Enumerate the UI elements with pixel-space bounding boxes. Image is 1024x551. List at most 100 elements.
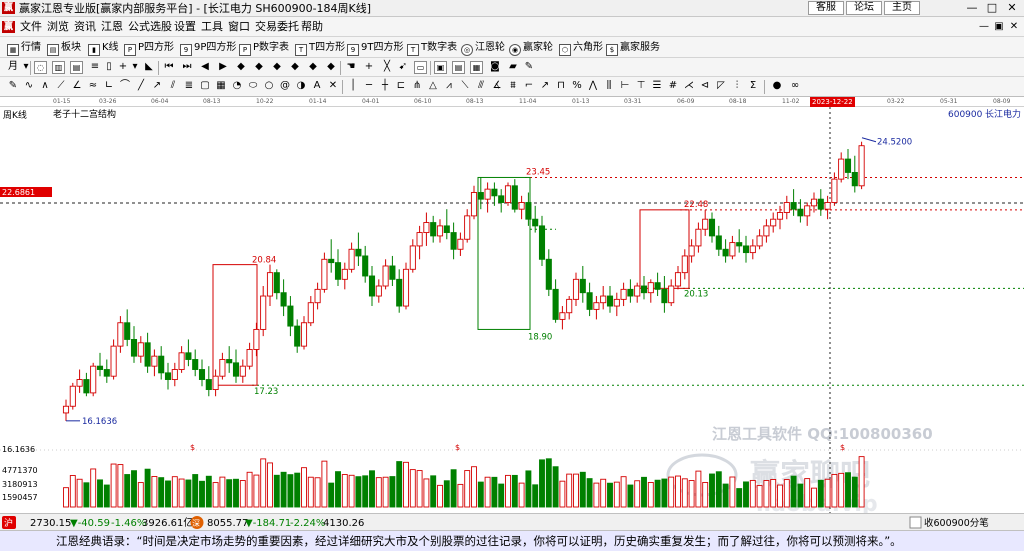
hline-icon[interactable]: ─ bbox=[362, 79, 376, 93]
grid2-icon[interactable]: ▦ bbox=[214, 79, 228, 93]
candle-icon[interactable]: ▯ bbox=[102, 60, 116, 74]
diamond-4-icon[interactable]: ◆ bbox=[288, 60, 302, 74]
lines-icon[interactable]: ⩩ bbox=[506, 79, 520, 93]
cone-icon[interactable]: ◸ bbox=[714, 79, 728, 93]
camera-icon[interactable]: ◙ bbox=[488, 60, 502, 74]
p-square-button[interactable]: P P四方形 bbox=[124, 40, 174, 56]
arrow-icon[interactable]: ↗ bbox=[538, 79, 552, 93]
ray-icon[interactable]: ↗ bbox=[150, 79, 164, 93]
menu-settings[interactable]: 设置 bbox=[174, 19, 196, 35]
percent-icon[interactable]: % bbox=[570, 79, 584, 93]
forum-link[interactable]: 论坛 bbox=[846, 1, 882, 15]
customer-service-link[interactable]: 客服 bbox=[808, 1, 844, 15]
hash-icon[interactable]: # bbox=[666, 79, 680, 93]
peak-icon[interactable]: ∧ bbox=[38, 79, 52, 93]
diamond-3-icon[interactable]: ◆ bbox=[270, 60, 284, 74]
winner-wheel-button[interactable]: ◉ 赢家轮 bbox=[509, 40, 553, 56]
pen-icon[interactable]: ✎ bbox=[522, 60, 536, 74]
steps-icon[interactable]: ⊓ bbox=[554, 79, 568, 93]
angle2-icon[interactable]: ∡ bbox=[490, 79, 504, 93]
hexagon-button[interactable]: ⬡ 六角形 bbox=[559, 40, 603, 56]
diamond-5-icon[interactable]: ◆ bbox=[306, 60, 320, 74]
double-line-icon[interactable]: ⫻ bbox=[474, 79, 488, 93]
line2-icon[interactable]: ╱ bbox=[134, 79, 148, 93]
box-icon[interactable]: ▢ bbox=[198, 79, 212, 93]
menu-trade[interactable]: 交易委托 bbox=[255, 19, 299, 35]
tool-a-icon[interactable]: ▣ bbox=[434, 61, 447, 74]
ruler-icon[interactable]: ▭ bbox=[414, 61, 427, 74]
flag-icon[interactable]: ◣ bbox=[142, 60, 156, 74]
tee-icon[interactable]: ⊤ bbox=[634, 79, 648, 93]
spiral-icon[interactable]: @ bbox=[278, 79, 292, 93]
ladder-icon[interactable]: ☰ bbox=[650, 79, 664, 93]
diamond-6-icon[interactable]: ◆ bbox=[324, 60, 338, 74]
fib-icon[interactable]: ≣ bbox=[182, 79, 196, 93]
sigma-icon[interactable]: Σ bbox=[746, 79, 760, 93]
diamond-2-icon[interactable]: ◆ bbox=[252, 60, 266, 74]
circle-icon[interactable]: ○ bbox=[262, 79, 276, 93]
infinity-icon[interactable]: ∞ bbox=[788, 79, 802, 93]
9p-square-button[interactable]: 9 9P四方形 bbox=[180, 40, 236, 56]
period-month-icon[interactable]: 月 bbox=[6, 60, 20, 74]
cross2-icon[interactable]: ┼ bbox=[378, 79, 392, 93]
stack-icon[interactable]: ≡ bbox=[88, 60, 102, 74]
step-left-icon[interactable]: ◀ bbox=[198, 60, 212, 74]
fan-icon[interactable]: ∠ bbox=[70, 79, 84, 93]
winner-service-button[interactable]: $ 赢家服务 bbox=[606, 40, 660, 56]
tri-icon[interactable]: △ bbox=[426, 79, 440, 93]
triple-icon[interactable]: ⫶ bbox=[730, 79, 744, 93]
kline-button[interactable]: ▮ K线 bbox=[88, 40, 119, 56]
ellipse-icon[interactable]: ⬭ bbox=[246, 79, 260, 93]
angle-icon[interactable]: ∟ bbox=[102, 79, 116, 93]
menu-help[interactable]: 帮助 bbox=[301, 19, 323, 35]
kline-chart-panel[interactable]: 江恩工具软件 QQ:100800360 赢家聊吧 iiaoba.vip 23.4… bbox=[0, 107, 1024, 513]
menu-browse[interactable]: 浏览 bbox=[47, 19, 69, 35]
step-right-icon[interactable]: ▶ bbox=[216, 60, 230, 74]
pencil-icon[interactable]: ✎ bbox=[6, 79, 20, 93]
menu-window[interactable]: 窗口 bbox=[228, 19, 250, 35]
bars2-icon[interactable]: ⫼ bbox=[602, 79, 616, 93]
kline-chart-svg[interactable]: 江恩工具软件 QQ:100800360 赢家聊吧 iiaoba.vip 23.4… bbox=[0, 107, 1024, 513]
menu-file[interactable]: 文件 bbox=[20, 19, 42, 35]
text-tool-icon[interactable]: A bbox=[310, 79, 324, 93]
diag-icon[interactable]: ⟍ bbox=[458, 79, 472, 93]
bracket-icon[interactable]: ⊏ bbox=[394, 79, 408, 93]
menu-gann[interactable]: 江恩 bbox=[101, 19, 123, 35]
wedge-icon[interactable]: ⊲ bbox=[698, 79, 712, 93]
p-table-button[interactable]: P P数字表 bbox=[239, 40, 289, 56]
mdi-restore-icon[interactable]: ▣ bbox=[992, 20, 1006, 34]
split-icon[interactable]: ⊢ bbox=[618, 79, 632, 93]
mountain-icon[interactable]: ⋀ bbox=[586, 79, 600, 93]
chart-icon[interactable]: ▥ bbox=[52, 61, 65, 74]
tool-b-icon[interactable]: ▤ bbox=[452, 61, 465, 74]
bars-icon[interactable]: ▤ bbox=[70, 61, 83, 74]
hand-icon[interactable]: ☚ bbox=[344, 60, 358, 74]
quotes-button[interactable]: ▦ 行情 bbox=[7, 40, 41, 56]
cycle-icon[interactable]: ◌ bbox=[34, 61, 47, 74]
red-circle-icon[interactable]: ● bbox=[770, 79, 784, 93]
cross-icon[interactable]: ✕ bbox=[326, 79, 340, 93]
home-link[interactable]: 主页 bbox=[884, 1, 920, 15]
maximize-icon[interactable]: □ bbox=[982, 0, 1002, 17]
channel-icon[interactable]: ⫽ bbox=[166, 79, 180, 93]
stairs-icon[interactable]: ⌐ bbox=[522, 79, 536, 93]
sectors-button[interactable]: ▤ 板块 bbox=[47, 40, 81, 56]
trend-icon[interactable]: ⟋ bbox=[54, 79, 68, 93]
fork-icon[interactable]: ⋔ bbox=[410, 79, 424, 93]
tick-list-label[interactable]: 收600900分笔 bbox=[924, 517, 989, 529]
9t-square-button[interactable]: 9 9T四方形 bbox=[347, 40, 403, 56]
tool-c-icon[interactable]: ▦ bbox=[470, 61, 483, 74]
next-bar-icon[interactable]: ⏭ bbox=[180, 60, 194, 74]
arc-icon[interactable]: ⌒ bbox=[118, 79, 132, 93]
dial-icon[interactable]: ◑ bbox=[294, 79, 308, 93]
arrow-down-small-icon[interactable]: ▾ bbox=[128, 60, 142, 74]
diamond-1-icon[interactable]: ◆ bbox=[234, 60, 248, 74]
car-icon[interactable]: ▰ bbox=[506, 60, 520, 74]
first-bar-icon[interactable]: ⏮ bbox=[162, 60, 176, 74]
diverge-icon[interactable]: ⋌ bbox=[682, 79, 696, 93]
curve-icon[interactable]: ∿ bbox=[22, 79, 36, 93]
wave-icon[interactable]: ≈ bbox=[86, 79, 100, 93]
menu-formula[interactable]: 公式选股 bbox=[128, 19, 172, 35]
line-tool-icon[interactable]: ╳ bbox=[380, 60, 394, 74]
menu-tools[interactable]: 工具 bbox=[201, 19, 223, 35]
